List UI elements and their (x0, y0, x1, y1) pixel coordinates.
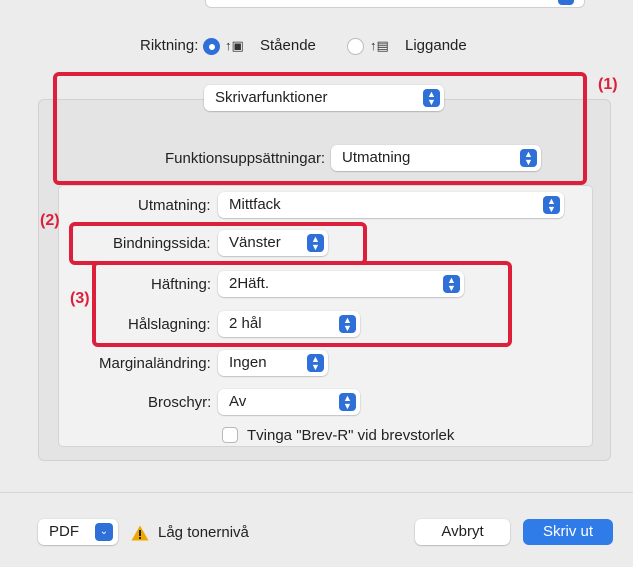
callout-label-2: (2) (40, 212, 60, 229)
orientation-label: Riktning: (140, 37, 199, 54)
cancel-button[interactable]: Avbryt (415, 519, 510, 545)
force-letter-label[interactable]: Tvinga "Brev-R" vid brevstorlek (247, 427, 454, 444)
chevron-updown-icon: ▲ ▼ (307, 354, 324, 372)
force-letter-checkbox[interactable] (222, 427, 238, 443)
landscape-radio[interactable] (347, 38, 364, 55)
output-label: Utmatning: (138, 197, 211, 214)
output-select[interactable]: Mittfack ▲ ▼ (218, 192, 564, 218)
booklet-select[interactable]: Av ▲ ▼ (218, 389, 360, 415)
callout-label-3: (3) (70, 290, 90, 307)
landscape-icon: ↑▤ (370, 38, 389, 53)
callout-box-1 (53, 72, 587, 185)
booklet-value: Av (229, 393, 247, 410)
print-button[interactable]: Skriv ut (523, 519, 613, 545)
portrait-radio[interactable] (203, 38, 220, 55)
callout-label-1: (1) (598, 76, 618, 93)
portrait-icon: ↑▣ (225, 38, 244, 53)
footer-divider (0, 492, 633, 493)
booklet-label: Broschyr: (148, 394, 212, 411)
chevron-updown-icon: ▲ ▼ (543, 196, 560, 214)
output-value: Mittfack (229, 196, 281, 213)
callout-box-2 (69, 222, 367, 265)
margin-select[interactable]: Ingen ▲ ▼ (218, 350, 328, 376)
pdf-menu-button[interactable]: PDF ⌄ (38, 519, 118, 545)
margin-value: Ingen (229, 354, 267, 371)
margin-label: Marginaländring: (99, 355, 211, 372)
chevron-updown-icon (558, 0, 574, 5)
warning-icon (131, 525, 149, 541)
callout-box-3 (92, 261, 512, 347)
chevron-updown-icon: ▲ ▼ (339, 393, 356, 411)
cropped-popup[interactable] (205, 0, 585, 8)
portrait-label[interactable]: Stående (260, 37, 316, 54)
pdf-label: PDF (49, 523, 79, 540)
low-toner-text: Låg tonernivå (158, 524, 249, 541)
chevron-down-icon: ⌄ (95, 523, 113, 541)
landscape-label[interactable]: Liggande (405, 37, 467, 54)
